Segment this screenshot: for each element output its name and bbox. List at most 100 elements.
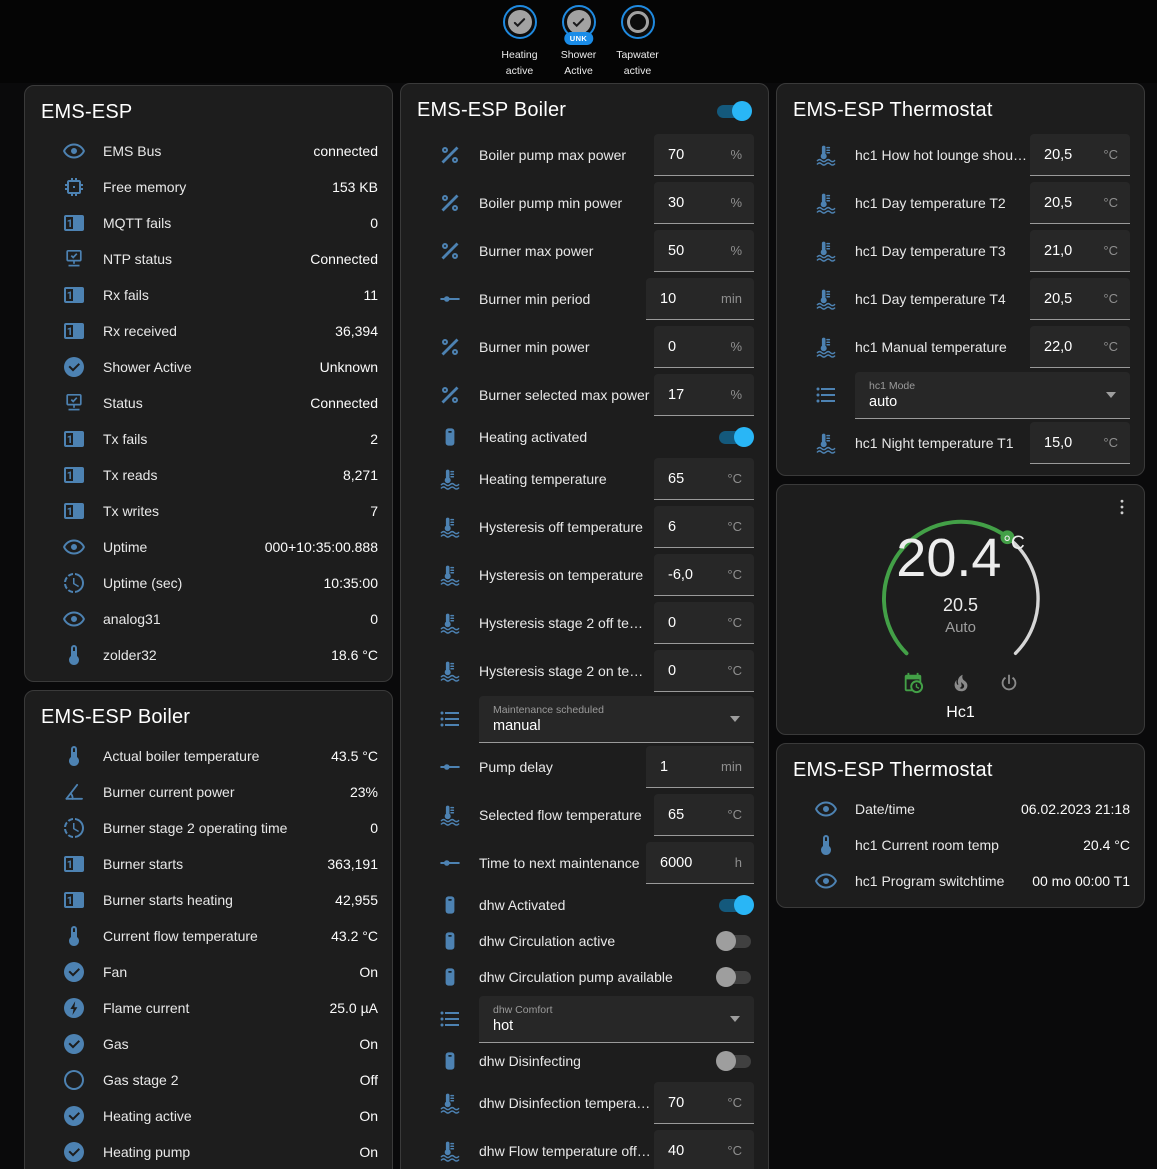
- entity-row-uptime[interactable]: Uptime000+10:35:00.888: [25, 529, 392, 565]
- toggle-dhw-disinfecting[interactable]: [716, 1051, 754, 1071]
- number-input-hc1-manual-temperature[interactable]: 22,0°C: [1030, 326, 1130, 368]
- number-input-hysteresis-stage-2-off-temp[interactable]: 0°C: [654, 602, 754, 644]
- entity-row-pump-delay[interactable]: Pump delay1min: [401, 743, 768, 791]
- number-input-burner-min-period[interactable]: 10min: [646, 278, 754, 320]
- select-hc1-mode[interactable]: hc1 Modeauto: [855, 372, 1130, 419]
- entity-row-status[interactable]: StatusConnected: [25, 385, 392, 421]
- entity-row-time-to-next-maintenance[interactable]: Time to next maintenance6000h: [401, 839, 768, 887]
- number-input-hc1-day-temperature-t3[interactable]: 21,0°C: [1030, 230, 1130, 272]
- number-input-hysteresis-on-temperature[interactable]: -6,0°C: [654, 554, 754, 596]
- select-maintenance-scheduled[interactable]: Maintenance scheduledmanual: [479, 696, 754, 743]
- number-input-hc1-how-hot-lounge-should[interactable]: 20,5°C: [1030, 134, 1130, 176]
- entity-row-dhw-disinfecting[interactable]: dhw Disinfecting: [401, 1043, 768, 1079]
- entity-row-dhw-circulation-active[interactable]: dhw Circulation active: [401, 923, 768, 959]
- entity-row-burner-min-power[interactable]: Burner min power0%: [401, 323, 768, 371]
- entity-row-heating-pump[interactable]: Heating pumpOn: [25, 1134, 392, 1169]
- card-header-toggle[interactable]: [714, 101, 752, 121]
- entity-row-hc1-program-switchtime[interactable]: hc1 Program switchtime00 mo 00:00 T1: [777, 863, 1144, 899]
- entity-row-hc1-manual-temperature[interactable]: hc1 Manual temperature22,0°C: [777, 323, 1144, 371]
- entity-row-shower-active[interactable]: Shower ActiveUnknown: [25, 349, 392, 385]
- entity-row-fan[interactable]: FanOn: [25, 954, 392, 990]
- entity-row-burner-starts[interactable]: Burner starts363,191: [25, 846, 392, 882]
- number-input-burner-max-power[interactable]: 50%: [654, 230, 754, 272]
- entity-row-hc1-how-hot-lounge-should[interactable]: hc1 How hot lounge should...20,5°C: [777, 131, 1144, 179]
- entity-row-analog31[interactable]: analog310: [25, 601, 392, 637]
- entity-row-hc1-day-temperature-t2[interactable]: hc1 Day temperature T220,5°C: [777, 179, 1144, 227]
- fire-icon[interactable]: [949, 671, 973, 695]
- toggle-dhw-circulation-active[interactable]: [716, 931, 754, 951]
- entity-row-heating-active[interactable]: Heating activeOn: [25, 1098, 392, 1134]
- number-input-burner-selected-max-power[interactable]: 17%: [654, 374, 754, 416]
- entity-row-dhw-circulation-pump-available[interactable]: dhw Circulation pump available: [401, 959, 768, 995]
- number-input-hysteresis-stage-2-on-temp[interactable]: 0°C: [654, 650, 754, 692]
- select-dhw-comfort[interactable]: dhw Comforthot: [479, 996, 754, 1043]
- entity-row-gas-stage-2[interactable]: Gas stage 2Off: [25, 1062, 392, 1098]
- entity-row-rx-received[interactable]: Rx received36,394: [25, 313, 392, 349]
- number-input-dhw-disinfection-temperature[interactable]: 70°C: [654, 1082, 754, 1124]
- entity-row-date-time[interactable]: Date/time06.02.2023 21:18: [777, 791, 1144, 827]
- entity-row-ems-bus[interactable]: EMS Busconnected: [25, 133, 392, 169]
- number-input-burner-min-power[interactable]: 0%: [654, 326, 754, 368]
- number-input-selected-flow-temperature[interactable]: 65°C: [654, 794, 754, 836]
- entity-row-hysteresis-stage-2-off-temp[interactable]: Hysteresis stage 2 off temp...0°C: [401, 599, 768, 647]
- entity-row-dhw-activated[interactable]: dhw Activated: [401, 887, 768, 923]
- number-input-hc1-night-temperature-t1[interactable]: 15,0°C: [1030, 422, 1130, 464]
- entity-row-mqtt-fails[interactable]: MQTT fails0: [25, 205, 392, 241]
- entity-row-hc1-night-temperature-t1[interactable]: hc1 Night temperature T115,0°C: [777, 419, 1144, 467]
- entity-row-hc1-day-temperature-t4[interactable]: hc1 Day temperature T420,5°C: [777, 275, 1144, 323]
- shower-active-badge[interactable]: UNKShower Active: [554, 5, 604, 80]
- entity-row-free-memory[interactable]: Free memory153 KB: [25, 169, 392, 205]
- entity-row-zolder32[interactable]: zolder3218.6 °C: [25, 637, 392, 673]
- entity-row-rx-fails[interactable]: Rx fails11: [25, 277, 392, 313]
- entity-row-tx-reads[interactable]: Tx reads8,271: [25, 457, 392, 493]
- entity-row-tx-writes[interactable]: Tx writes7: [25, 493, 392, 529]
- dots-vertical-icon[interactable]: [1110, 495, 1134, 519]
- number-input-heating-temperature[interactable]: 65°C: [654, 458, 754, 500]
- entity-row-hysteresis-stage-2-on-temp[interactable]: Hysteresis stage 2 on temp...0°C: [401, 647, 768, 695]
- entity-row-dhw-disinfection-temperature[interactable]: dhw Disinfection temperature70°C: [401, 1079, 768, 1127]
- entity-row-tx-fails[interactable]: Tx fails2: [25, 421, 392, 457]
- entity-row-dhw-flow-temperature-offset[interactable]: dhw Flow temperature offset40°C: [401, 1127, 768, 1169]
- entity-row-hysteresis-off-temperature[interactable]: Hysteresis off temperature6°C: [401, 503, 768, 551]
- thermostat-dial[interactable]: 20.4°C20.5Auto: [858, 497, 1064, 665]
- number-input-boiler-pump-min-power[interactable]: 30%: [654, 182, 754, 224]
- entity-row-hysteresis-on-temperature[interactable]: Hysteresis on temperature-6,0°C: [401, 551, 768, 599]
- entity-row-gas[interactable]: GasOn: [25, 1026, 392, 1062]
- number-input-boiler-pump-max-power[interactable]: 70%: [654, 134, 754, 176]
- entity-row-ntp-status[interactable]: NTP statusConnected: [25, 241, 392, 277]
- entity-row-current-flow-temperature[interactable]: Current flow temperature43.2 °C: [25, 918, 392, 954]
- entity-row-actual-boiler-temperature[interactable]: Actual boiler temperature43.5 °C: [25, 738, 392, 774]
- entity-row-uptime-sec[interactable]: Uptime (sec)10:35:00: [25, 565, 392, 601]
- tapwater-active-badge-circle[interactable]: [621, 5, 655, 39]
- entity-row-burner-selected-max-power[interactable]: Burner selected max power17%: [401, 371, 768, 419]
- entity-row-hc1-mode[interactable]: hc1 Modeauto: [777, 371, 1144, 419]
- entity-row-selected-flow-temperature[interactable]: Selected flow temperature65°C: [401, 791, 768, 839]
- number-input-hc1-day-temperature-t4[interactable]: 20,5°C: [1030, 278, 1130, 320]
- entity-row-heating-activated[interactable]: Heating activated: [401, 419, 768, 455]
- heating-active-badge[interactable]: Heating active: [495, 5, 545, 80]
- entity-row-flame-current[interactable]: Flame current25.0 µA: [25, 990, 392, 1026]
- toggle-dhw-circulation-pump-available[interactable]: [716, 967, 754, 987]
- number-input-hc1-day-temperature-t2[interactable]: 20,5°C: [1030, 182, 1130, 224]
- entity-row-burner-max-power[interactable]: Burner max power50%: [401, 227, 768, 275]
- shower-active-badge-circle[interactable]: UNK: [562, 5, 596, 39]
- calendar-clock-icon[interactable]: [901, 671, 925, 695]
- heating-active-badge-circle[interactable]: [503, 5, 537, 39]
- number-input-time-to-next-maintenance[interactable]: 6000h: [646, 842, 754, 884]
- entity-row-burner-current-power[interactable]: Burner current power23%: [25, 774, 392, 810]
- number-input-dhw-flow-temperature-offset[interactable]: 40°C: [654, 1130, 754, 1169]
- entity-row-burner-min-period[interactable]: Burner min period10min: [401, 275, 768, 323]
- entity-row-boiler-pump-max-power[interactable]: Boiler pump max power70%: [401, 131, 768, 179]
- entity-row-hc1-current-room-temp[interactable]: hc1 Current room temp20.4 °C: [777, 827, 1144, 863]
- entity-row-burner-stage-2-operating-time[interactable]: Burner stage 2 operating time0: [25, 810, 392, 846]
- entity-row-maintenance-scheduled[interactable]: Maintenance scheduledmanual: [401, 695, 768, 743]
- entity-row-burner-starts-heating[interactable]: Burner starts heating42,955: [25, 882, 392, 918]
- number-input-hysteresis-off-temperature[interactable]: 6°C: [654, 506, 754, 548]
- number-input-pump-delay[interactable]: 1min: [646, 746, 754, 788]
- toggle-heating-activated[interactable]: [716, 427, 754, 447]
- toggle-dhw-activated[interactable]: [716, 895, 754, 915]
- entity-row-hc1-day-temperature-t3[interactable]: hc1 Day temperature T321,0°C: [777, 227, 1144, 275]
- tapwater-active-badge[interactable]: Tapwater active: [613, 5, 663, 80]
- entity-row-boiler-pump-min-power[interactable]: Boiler pump min power30%: [401, 179, 768, 227]
- power-icon[interactable]: [997, 671, 1021, 695]
